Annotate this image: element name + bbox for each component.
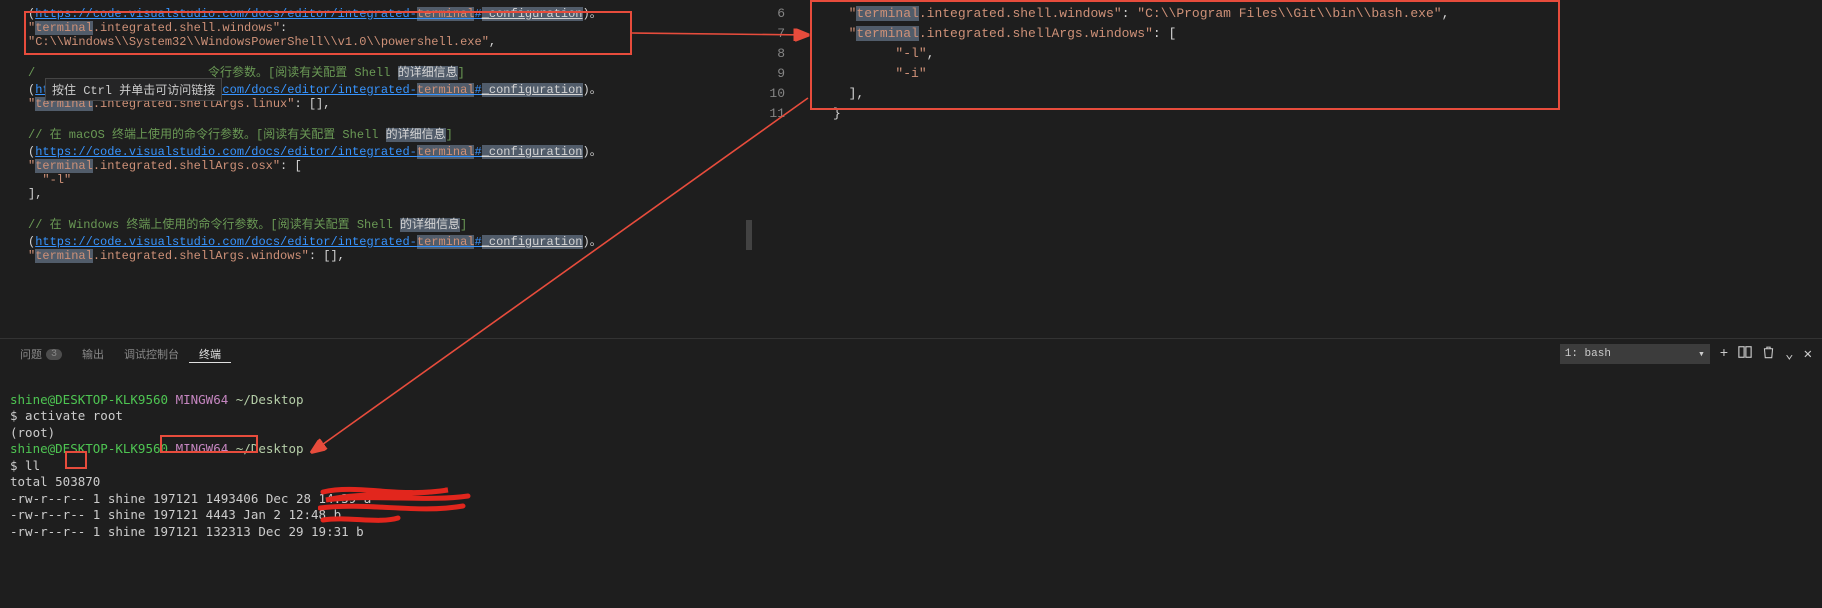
annotation-arrows xyxy=(0,0,1822,608)
redaction-scribble xyxy=(318,486,478,526)
link-tooltip: 按住 Ctrl 并单击可访问链接 xyxy=(45,78,222,101)
